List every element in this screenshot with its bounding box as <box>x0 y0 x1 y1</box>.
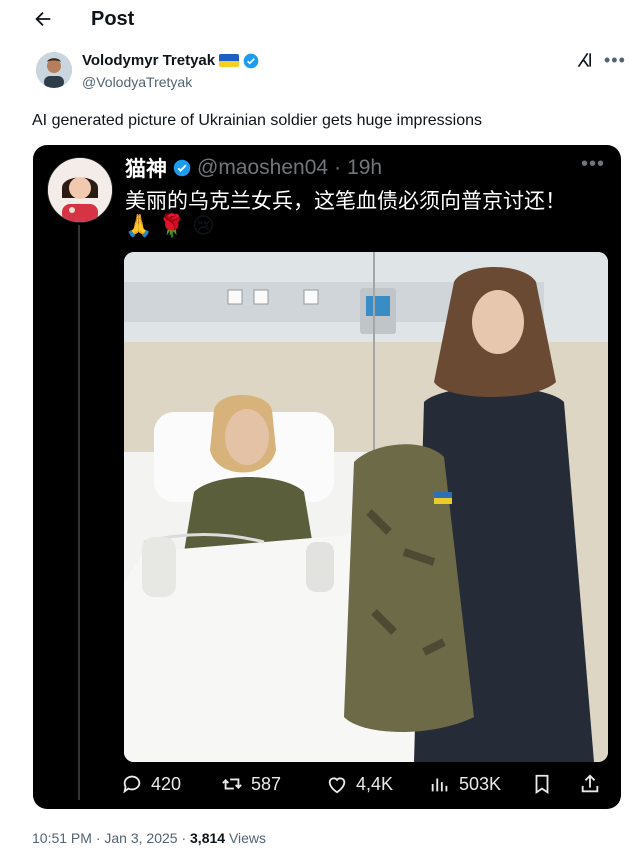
quoted-photo[interactable] <box>124 252 608 762</box>
meta-separator: · <box>95 830 101 846</box>
post-views-label: Views <box>228 830 267 846</box>
rose-emoji: 🌹 <box>158 213 186 238</box>
like-count: 4,4K <box>356 773 394 794</box>
author-avatar[interactable] <box>36 52 72 88</box>
quoted-separator: · <box>334 156 342 179</box>
reply-icon <box>123 775 141 794</box>
bookmark-button[interactable] <box>531 773 553 795</box>
reply-button[interactable]: 420 <box>121 773 181 795</box>
views-count: 503K <box>459 773 502 794</box>
repost-count: 587 <box>251 773 282 794</box>
quoted-avatar[interactable] <box>47 157 113 223</box>
thread-line <box>78 225 80 800</box>
views-icon <box>431 778 448 792</box>
repost-button[interactable]: 587 <box>221 773 281 795</box>
reply-count: 420 <box>151 773 182 794</box>
post-time[interactable]: 10:51 PM <box>32 830 92 846</box>
grok-icon[interactable] <box>575 50 597 70</box>
action-bar: 420 587 4,4K 503K <box>121 773 611 803</box>
post-view-count: 3,814 <box>190 830 226 846</box>
like-button[interactable]: 4,4K <box>326 773 393 795</box>
author-name[interactable]: Volodymyr Tretyak <box>82 52 215 69</box>
quoted-emojis: 🙏 🌹 😢 <box>125 213 215 239</box>
author-name-row[interactable]: Volodymyr Tretyak <box>82 52 259 69</box>
post-date[interactable]: Jan 3, 2025 <box>104 830 177 846</box>
more-options-icon[interactable]: ••• <box>581 153 605 176</box>
page-title: Post <box>91 8 135 30</box>
quoted-time[interactable]: 19h <box>347 156 382 180</box>
share-icon <box>581 774 599 793</box>
arrow-left-icon[interactable] <box>32 8 54 30</box>
verified-badge-icon <box>173 159 191 177</box>
quoted-post-card[interactable]: 猫神 @maoshen04 · 19h ••• 美丽的乌克兰女兵，这笔血债必须向… <box>33 145 621 809</box>
crying-emoji: 😢 <box>191 213 215 238</box>
quoted-name-row[interactable]: 猫神 @maoshen04 · 19h <box>125 153 382 183</box>
meta-separator: · <box>181 830 187 846</box>
post-meta: 10:51 PM · Jan 3, 2025 · 3,814 Views <box>32 830 266 846</box>
bookmark-icon <box>535 774 549 794</box>
more-options-icon[interactable]: ••• <box>604 50 626 71</box>
pray-emoji: 🙏 <box>125 213 153 238</box>
verified-badge-icon <box>243 53 259 68</box>
repost-icon <box>222 778 242 790</box>
ukraine-flag-icon <box>219 54 240 67</box>
tweet-text: AI generated picture of Ukrainian soldie… <box>32 112 483 129</box>
top-bar: Post <box>0 0 640 40</box>
share-button[interactable] <box>579 773 601 795</box>
author-handle[interactable]: @VolodyaTretyak <box>82 74 192 90</box>
quoted-handle[interactable]: @maoshen04 <box>197 156 328 180</box>
quoted-name[interactable]: 猫神 <box>125 153 167 183</box>
views-button[interactable]: 503K <box>429 773 501 795</box>
heart-icon <box>328 777 346 794</box>
quoted-text: 美丽的乌克兰女兵，这笔血债必须向普京讨还！ <box>125 190 566 213</box>
